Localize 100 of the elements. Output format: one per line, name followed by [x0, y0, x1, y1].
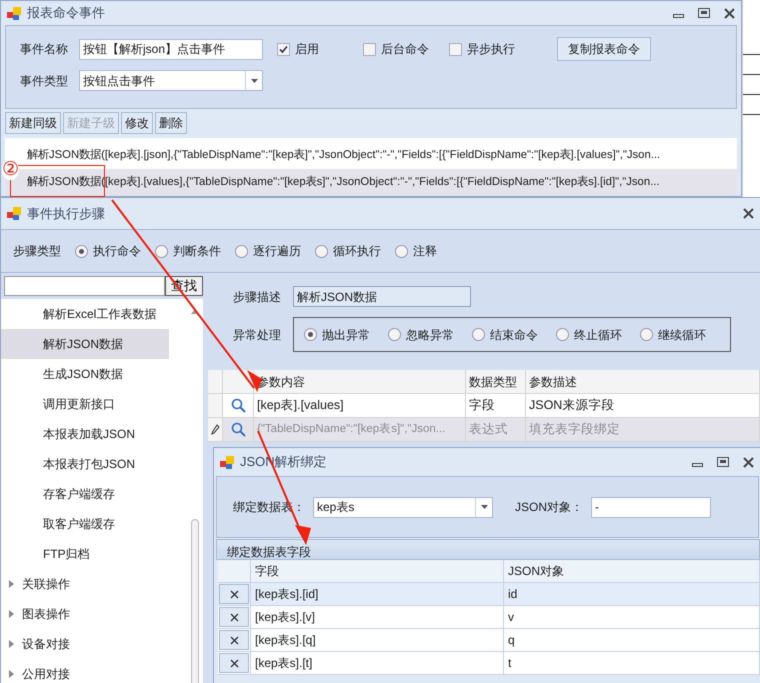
caret-icon: [250, 78, 258, 82]
tree-item[interactable]: 存客户端缓存: [1, 479, 169, 509]
tree-item[interactable]: 调用更新接口: [1, 389, 169, 419]
step-description-field[interactable]: 解析JSON数据: [293, 286, 471, 307]
radio-label: 逐行遍历: [253, 243, 301, 260]
table-cell: [kep表s].[v]: [251, 606, 504, 629]
column-header: 参数描述: [526, 370, 760, 394]
tree-group[interactable]: 设备对接: [22, 635, 70, 653]
radio-label: 忽略异常: [406, 326, 454, 344]
group-header: 绑定数据表字段: [216, 539, 760, 560]
close-icon[interactable]: [724, 8, 735, 18]
tree-item[interactable]: 取客户端缓存: [1, 509, 169, 539]
field-label: 事件类型: [20, 72, 65, 90]
radio-button[interactable]: [304, 328, 317, 341]
search-field[interactable]: [4, 276, 165, 296]
radio-label: 继续循环: [658, 326, 706, 344]
radio-button[interactable]: [556, 328, 569, 341]
radio-button[interactable]: [155, 244, 168, 258]
tree-item[interactable]: 生成JSON数据: [1, 359, 169, 389]
table-cell: 字段: [466, 394, 526, 418]
table-cell: JSON来源字段: [526, 394, 760, 418]
table-cell: 填充表字段绑定: [526, 418, 760, 442]
radio-button[interactable]: [235, 244, 248, 258]
radio-button[interactable]: [75, 244, 88, 258]
checkbox-label: 启用: [295, 41, 319, 58]
collapsed-arrow-icon[interactable]: [9, 610, 14, 618]
column-header: 数据类型: [466, 370, 526, 394]
search-icon[interactable]: [230, 398, 246, 413]
radio-label: 执行命令: [93, 243, 141, 260]
x-icon: [230, 612, 238, 622]
table-cell: [kep表s].[q]: [251, 629, 504, 652]
scrollbar-thumb[interactable]: [191, 519, 199, 683]
field-label: 步骤类型: [13, 243, 61, 260]
field-label: 异常处理: [233, 326, 281, 344]
radio-button[interactable]: [315, 244, 328, 258]
app-icon: [7, 6, 21, 20]
checkbox[interactable]: [363, 42, 376, 56]
radio-label: 终止循环: [574, 326, 622, 344]
radio-label: 抛出异常: [322, 326, 370, 344]
table-cell: {"TableDispName":"[kep表s]","Json...: [254, 418, 466, 442]
app-icon: [7, 207, 21, 220]
checkbox[interactable]: [449, 42, 462, 56]
radio-button[interactable]: [395, 244, 408, 258]
toolbar-button[interactable]: 删除: [155, 112, 187, 134]
app-icon: [220, 456, 234, 468]
event-name-field[interactable]: 按钮【解析json】点击事件: [79, 38, 263, 60]
radio-button[interactable]: [388, 328, 401, 341]
table-cell: [kep表].[values]: [254, 394, 466, 418]
table-cell: q: [504, 629, 760, 652]
maximize-icon[interactable]: [698, 8, 710, 18]
window-title: 事件执行步骤: [27, 204, 105, 223]
collapsed-arrow-icon[interactable]: [9, 640, 14, 648]
radio-label: 判断条件: [173, 243, 221, 260]
x-icon: [230, 658, 238, 668]
radio-button[interactable]: [472, 328, 485, 341]
tree-item[interactable]: 本报表加载JSON: [1, 419, 169, 449]
table-cell: 表达式: [466, 418, 526, 442]
checkbox-label: 异步执行: [467, 41, 515, 58]
tree-item[interactable]: 解析Excel工作表数据: [1, 299, 169, 329]
column-header: 字段: [251, 560, 504, 583]
close-icon[interactable]: [743, 456, 754, 468]
field-label: 事件名称: [20, 41, 65, 58]
search-icon[interactable]: [230, 422, 246, 437]
collapsed-arrow-icon[interactable]: [9, 670, 14, 678]
close-icon[interactable]: [743, 208, 754, 219]
pencil-icon: [210, 424, 220, 435]
table-dropdown[interactable]: kep表s: [313, 496, 493, 518]
table-cell: id: [504, 583, 760, 606]
table-cell: [kep表s].[t]: [251, 652, 504, 675]
tree-group[interactable]: 关联操作: [22, 575, 70, 593]
radio-label: 注释: [413, 243, 437, 260]
checkbox-label: 后台命令: [381, 41, 429, 58]
tree-item[interactable]: FTP归档: [1, 539, 169, 569]
checkbox[interactable]: [277, 42, 290, 56]
x-icon: [230, 590, 238, 598]
grid-corner: [208, 370, 223, 394]
column-header: JSON对象: [504, 560, 760, 583]
radio-label: 结束命令: [490, 326, 538, 344]
table-cell: [kep表s].[id]: [251, 583, 504, 606]
maximize-icon[interactable]: [717, 457, 729, 467]
window-title: 报表命令事件: [27, 4, 105, 22]
tree-group[interactable]: 公用对接: [22, 665, 70, 683]
table-cell: t: [504, 652, 760, 675]
caret-icon: [480, 505, 488, 509]
radio-label: 循环执行: [333, 243, 381, 260]
radio-button[interactable]: [640, 328, 653, 341]
tree-item[interactable]: 本报表打包JSON: [1, 449, 169, 479]
event-type-dropdown[interactable]: 按钮点击事件: [79, 70, 263, 91]
tree-group[interactable]: 图表操作: [22, 605, 70, 623]
field-label: 步骤描述: [233, 288, 281, 306]
toolbar-button[interactable]: 修改: [121, 112, 153, 134]
x-icon: [230, 636, 238, 644]
toolbar-button[interactable]: 新建同级: [5, 112, 61, 134]
table-cell: v: [504, 606, 760, 629]
collapsed-arrow-icon[interactable]: [9, 580, 14, 588]
scroll-up-arrow-icon[interactable]: [191, 309, 199, 314]
field-label: JSON对象：: [515, 499, 584, 516]
copy-command-button[interactable]: 复制报表命令: [557, 37, 651, 61]
tree-item[interactable]: 解析JSON数据: [1, 329, 169, 359]
json-object-field[interactable]: -: [591, 496, 712, 518]
